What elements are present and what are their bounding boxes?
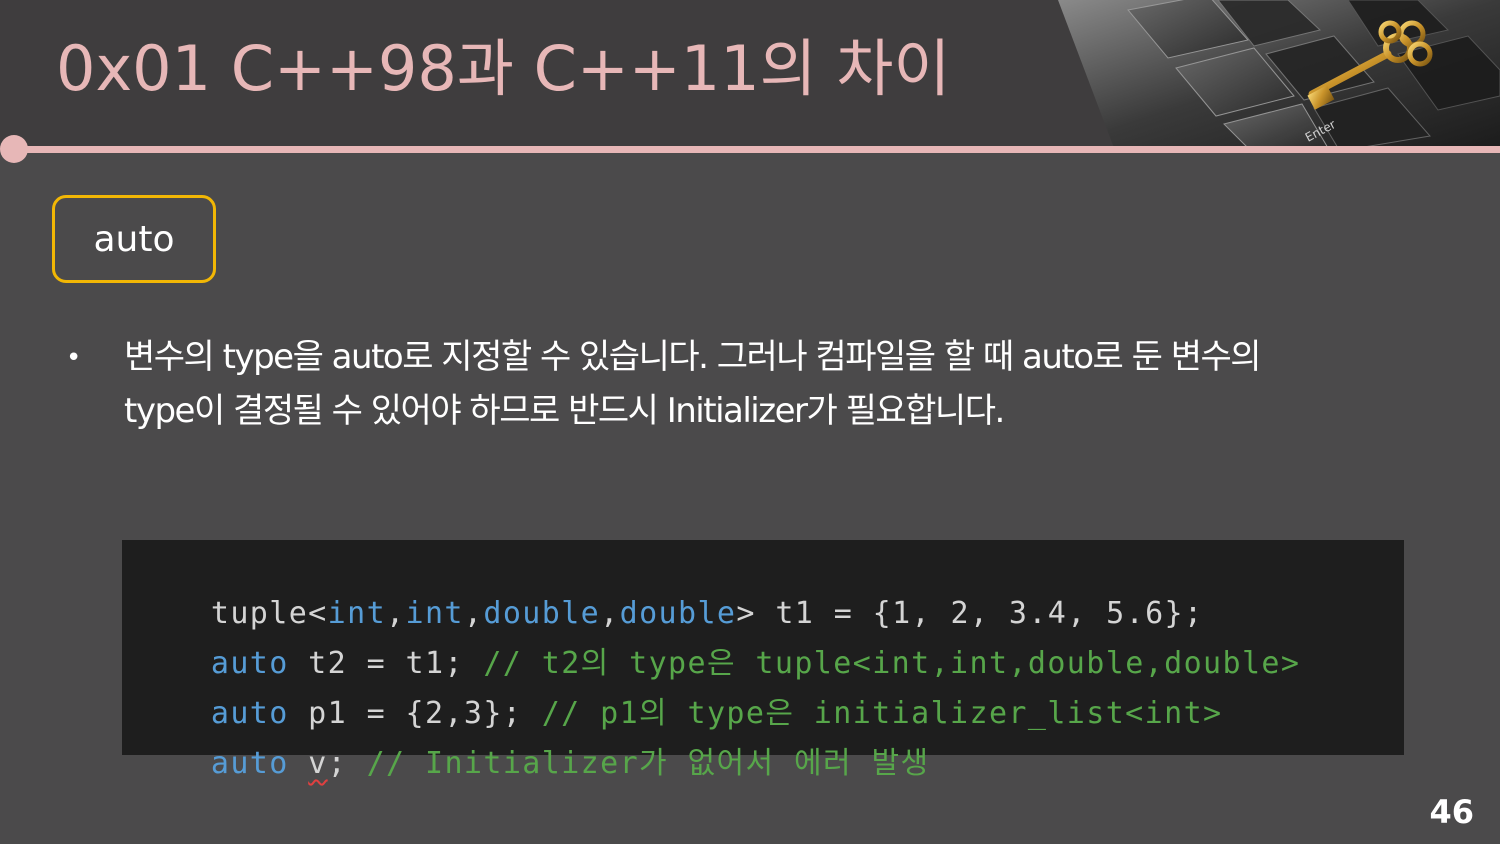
- keyboard-key-photo: Enter: [1058, 0, 1500, 148]
- bullet-line-1: 변수의 type을 auto로 지정할 수 있습니다. 그러나 컴파일을 할 때…: [124, 337, 1262, 377]
- code-line-1: tuple<int,int,double,double> t1 = {1, 2,…: [122, 542, 1404, 631]
- code-line-2: auto t2 = t1; // t2의 type은 tuple<int,int…: [122, 592, 1404, 681]
- code-line-3: auto p1 = {2,3}; // p1의 type은 initialize…: [122, 642, 1404, 731]
- code-comment: // Initializer가 없어서 에러 발생: [366, 746, 930, 781]
- bullet-paragraph: 변수의 type을 auto로 지정할 수 있습니다. 그러나 컴파일을 할 때…: [124, 330, 1424, 438]
- header-divider-line: [14, 146, 1500, 153]
- header-divider-dot: [0, 135, 28, 163]
- code-line-4: auto v; // Initializer가 없어서 에러 발생: [122, 692, 1404, 781]
- code-keyword: auto: [210, 746, 289, 781]
- code-block: tuple<int,int,double,double> t1 = {1, 2,…: [122, 540, 1404, 781]
- bullet-marker: •: [66, 343, 82, 373]
- slide-title: 0x01 C++98과 C++11의 차이: [56, 32, 951, 105]
- code-error-identifier: v: [308, 746, 328, 781]
- keyword-label: auto: [93, 218, 175, 260]
- keyword-label-box: auto: [52, 195, 216, 283]
- page-number: 46: [1429, 793, 1474, 831]
- bullet-line-2: type이 결정될 수 있어야 하므로 반드시 Initializer가 필요합…: [124, 391, 1005, 431]
- code-token: ;: [327, 746, 367, 781]
